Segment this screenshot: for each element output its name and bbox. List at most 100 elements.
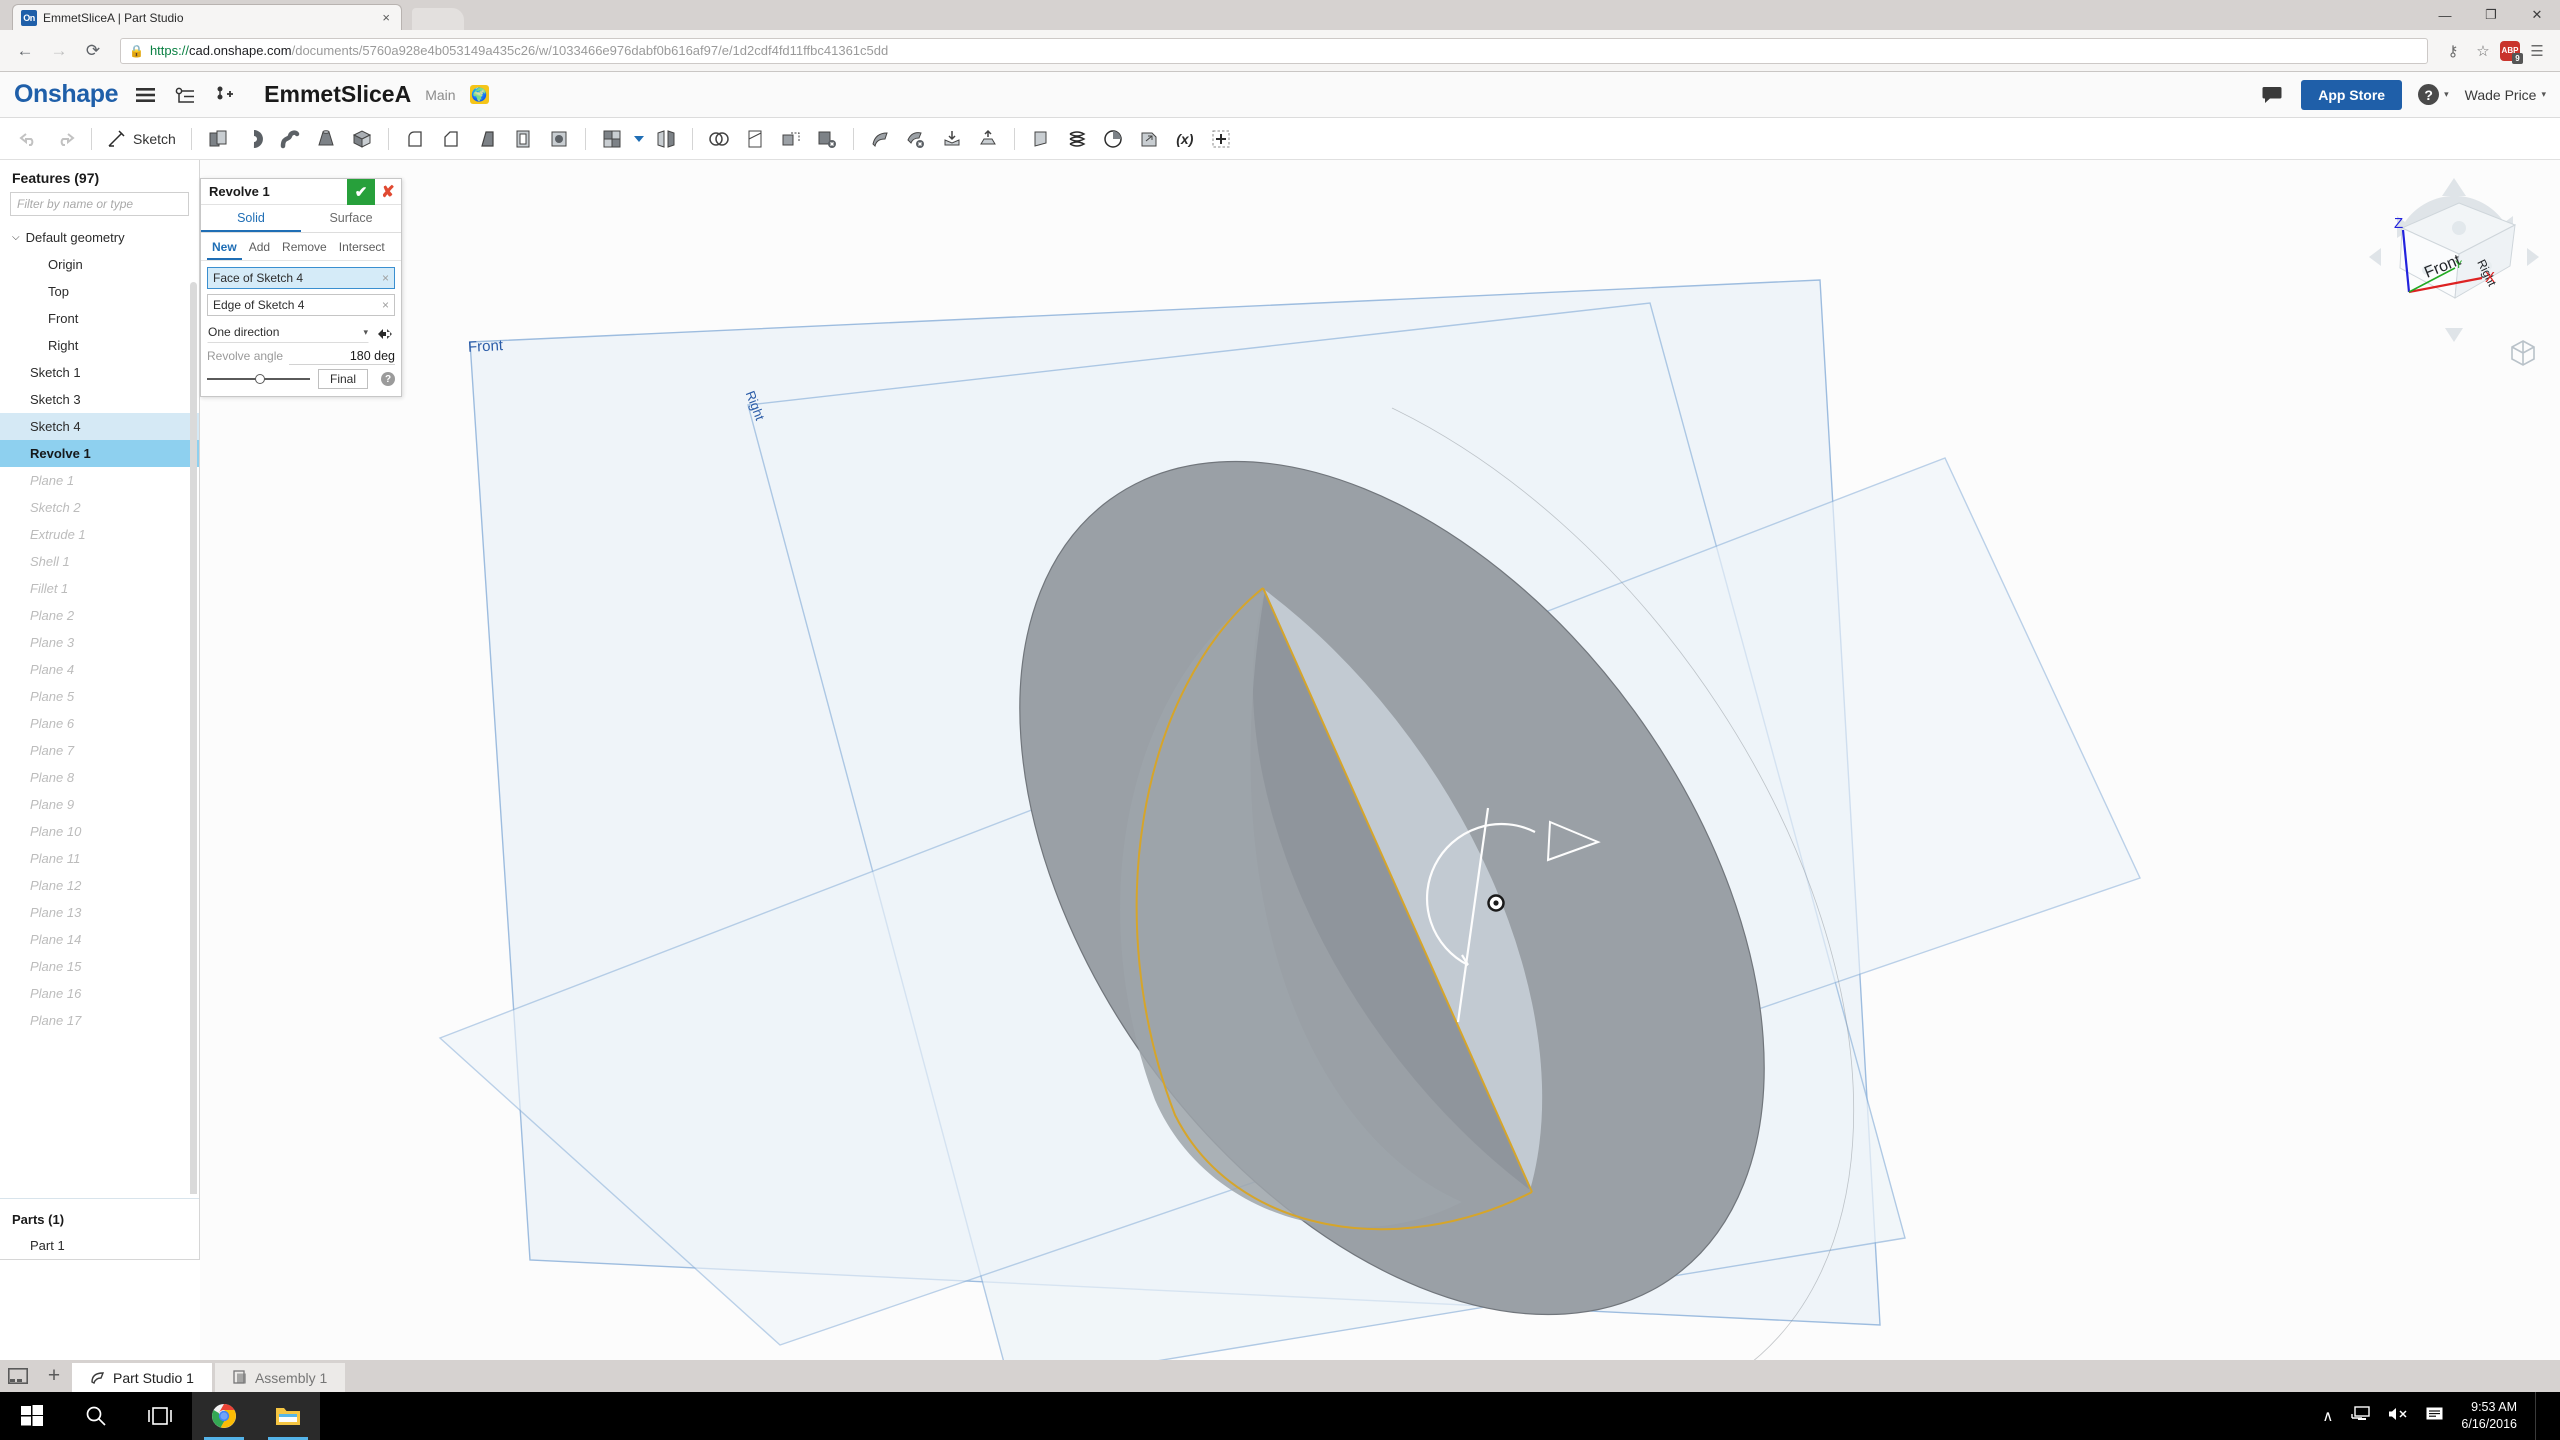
panel-toggle-icon[interactable]	[0, 1360, 36, 1392]
fillet-icon[interactable]	[398, 122, 432, 156]
faces-to-revolve-field[interactable]: Face of Sketch 4 ×	[207, 267, 395, 289]
tree-item-revolve-1[interactable]: Revolve 1	[0, 440, 199, 467]
hamburger-icon[interactable]	[132, 82, 158, 108]
delete-part-icon[interactable]	[810, 122, 844, 156]
tree-item-extrude-1[interactable]: Extrude 1	[0, 521, 199, 548]
browser-tab[interactable]: On EmmetSliceA | Part Studio ×	[12, 4, 402, 30]
revolve-angle-slider[interactable]	[207, 372, 310, 386]
tree-item-origin[interactable]: Origin	[0, 251, 199, 278]
minimize-button[interactable]: —	[2422, 0, 2468, 30]
taskbar-clock[interactable]: 9:53 AM 6/16/2016	[2461, 1399, 2517, 1433]
export-icon[interactable]	[971, 122, 1005, 156]
tree-item-sketch-3[interactable]: Sketch 3	[0, 386, 199, 413]
task-view-icon[interactable]	[128, 1392, 192, 1440]
branch-icon[interactable]	[212, 82, 238, 108]
add-tab-button[interactable]: +	[36, 1360, 72, 1392]
split-icon[interactable]	[738, 122, 772, 156]
tree-item-plane-15[interactable]: Plane 15	[0, 953, 199, 980]
shell-icon[interactable]	[506, 122, 540, 156]
adblock-plus-icon[interactable]: ABP 9	[2500, 40, 2523, 64]
tree-item-plane-16[interactable]: Plane 16	[0, 980, 199, 1007]
op-tab-intersect[interactable]: Intersect	[334, 237, 390, 260]
sweep-icon[interactable]	[273, 122, 307, 156]
volume-muted-icon[interactable]	[2388, 1406, 2408, 1426]
sketch-button[interactable]: Sketch	[101, 129, 182, 149]
cad-viewport[interactable]: Front Right Front Right Z X Y	[200, 160, 2560, 1370]
tab-part-studio-1[interactable]: Part Studio 1	[72, 1363, 212, 1392]
chevron-down-icon[interactable]: ▾	[363, 327, 368, 338]
document-title[interactable]: EmmetSliceA	[264, 81, 411, 108]
help-icon[interactable]: ?	[2418, 84, 2440, 105]
onshape-logo[interactable]: Onshape	[14, 80, 119, 109]
display-mode-cube-icon[interactable]	[2508, 338, 2538, 368]
flip-direction-icon[interactable]	[375, 327, 395, 343]
workspace-label[interactable]: Main	[425, 87, 455, 103]
move-face-icon[interactable]	[863, 122, 897, 156]
redo-icon[interactable]	[48, 122, 82, 156]
hole-icon[interactable]	[542, 122, 576, 156]
delete-face-icon[interactable]	[899, 122, 933, 156]
import-icon[interactable]	[935, 122, 969, 156]
op-tab-remove[interactable]: Remove	[277, 237, 332, 260]
tree-item-shell-1[interactable]: Shell 1	[0, 548, 199, 575]
action-center-icon[interactable]	[2426, 1407, 2443, 1426]
loft-icon[interactable]	[309, 122, 343, 156]
clear-faces-icon[interactable]: ×	[382, 271, 389, 285]
revolve-axis-field[interactable]: Edge of Sketch 4 ×	[207, 294, 395, 316]
chevron-down-icon[interactable]: ⌵	[12, 232, 20, 243]
tree-item-plane-13[interactable]: Plane 13	[0, 899, 199, 926]
help-icon[interactable]: ?	[381, 372, 395, 386]
view-cube[interactable]: Front Right Z X Y	[2367, 170, 2542, 345]
user-chevron-down-icon[interactable]: ▾	[2541, 89, 2546, 100]
tree-item-plane-2[interactable]: Plane 2	[0, 602, 199, 629]
final-button[interactable]: Final	[317, 369, 368, 389]
version-graph-icon[interactable]	[172, 82, 198, 108]
part-item-part-1[interactable]: Part 1	[0, 1232, 199, 1259]
variable-icon[interactable]: (x)	[1168, 122, 1202, 156]
tree-item-plane-17[interactable]: Plane 17	[0, 1007, 199, 1034]
tree-item-sketch-1[interactable]: Sketch 1	[0, 359, 199, 386]
tree-item-sketch-4[interactable]: Sketch 4	[0, 413, 199, 440]
undo-icon[interactable]	[12, 122, 46, 156]
back-icon[interactable]: ←	[10, 36, 40, 66]
tree-item-plane-12[interactable]: Plane 12	[0, 872, 199, 899]
close-window-button[interactable]: ✕	[2514, 0, 2560, 30]
extrude-icon[interactable]	[201, 122, 235, 156]
tree-item-plane-11[interactable]: Plane 11	[0, 845, 199, 872]
surface-icon[interactable]	[1024, 122, 1058, 156]
file-explorer-icon[interactable]	[256, 1392, 320, 1440]
slider-knob[interactable]	[255, 374, 266, 384]
transform-icon[interactable]	[774, 122, 808, 156]
tab-solid[interactable]: Solid	[201, 205, 301, 232]
derived-icon[interactable]	[1132, 122, 1166, 156]
chrome-icon[interactable]	[192, 1392, 256, 1440]
chamfer-icon[interactable]	[434, 122, 468, 156]
tree-item-top[interactable]: Top	[0, 278, 199, 305]
feature-tree-scrollbar[interactable]	[190, 282, 197, 1194]
network-icon[interactable]	[2351, 1406, 2371, 1426]
default-geometry-node[interactable]: ⌵ Default geometry	[0, 224, 199, 251]
clear-axis-icon[interactable]: ×	[382, 298, 389, 312]
tree-item-plane-3[interactable]: Plane 3	[0, 629, 199, 656]
tree-item-plane-6[interactable]: Plane 6	[0, 710, 199, 737]
tree-item-plane-9[interactable]: Plane 9	[0, 791, 199, 818]
tree-item-plane-5[interactable]: Plane 5	[0, 683, 199, 710]
tree-item-sketch-2[interactable]: Sketch 2	[0, 494, 199, 521]
close-tab-icon[interactable]: ×	[379, 10, 393, 25]
tree-item-plane-8[interactable]: Plane 8	[0, 764, 199, 791]
draft-icon[interactable]	[470, 122, 504, 156]
tree-item-plane-4[interactable]: Plane 4	[0, 656, 199, 683]
maximize-button[interactable]: ❐	[2468, 0, 2514, 30]
tray-chevron-up-icon[interactable]: ∧	[2322, 1407, 2333, 1425]
tree-item-plane-10[interactable]: Plane 10	[0, 818, 199, 845]
help-chevron-down-icon[interactable]: ▾	[2444, 89, 2449, 100]
forward-icon[interactable]: →	[44, 36, 74, 66]
chevron-down-icon[interactable]	[631, 122, 647, 156]
tree-item-plane-1[interactable]: Plane 1	[0, 467, 199, 494]
revolve-angle-input[interactable]: 180 deg	[289, 349, 395, 365]
tree-item-plane-14[interactable]: Plane 14	[0, 926, 199, 953]
tree-item-front[interactable]: Front	[0, 305, 199, 332]
new-tab-button[interactable]	[412, 8, 464, 30]
comment-icon[interactable]	[2259, 82, 2285, 108]
confirm-button[interactable]: ✔	[347, 178, 375, 205]
